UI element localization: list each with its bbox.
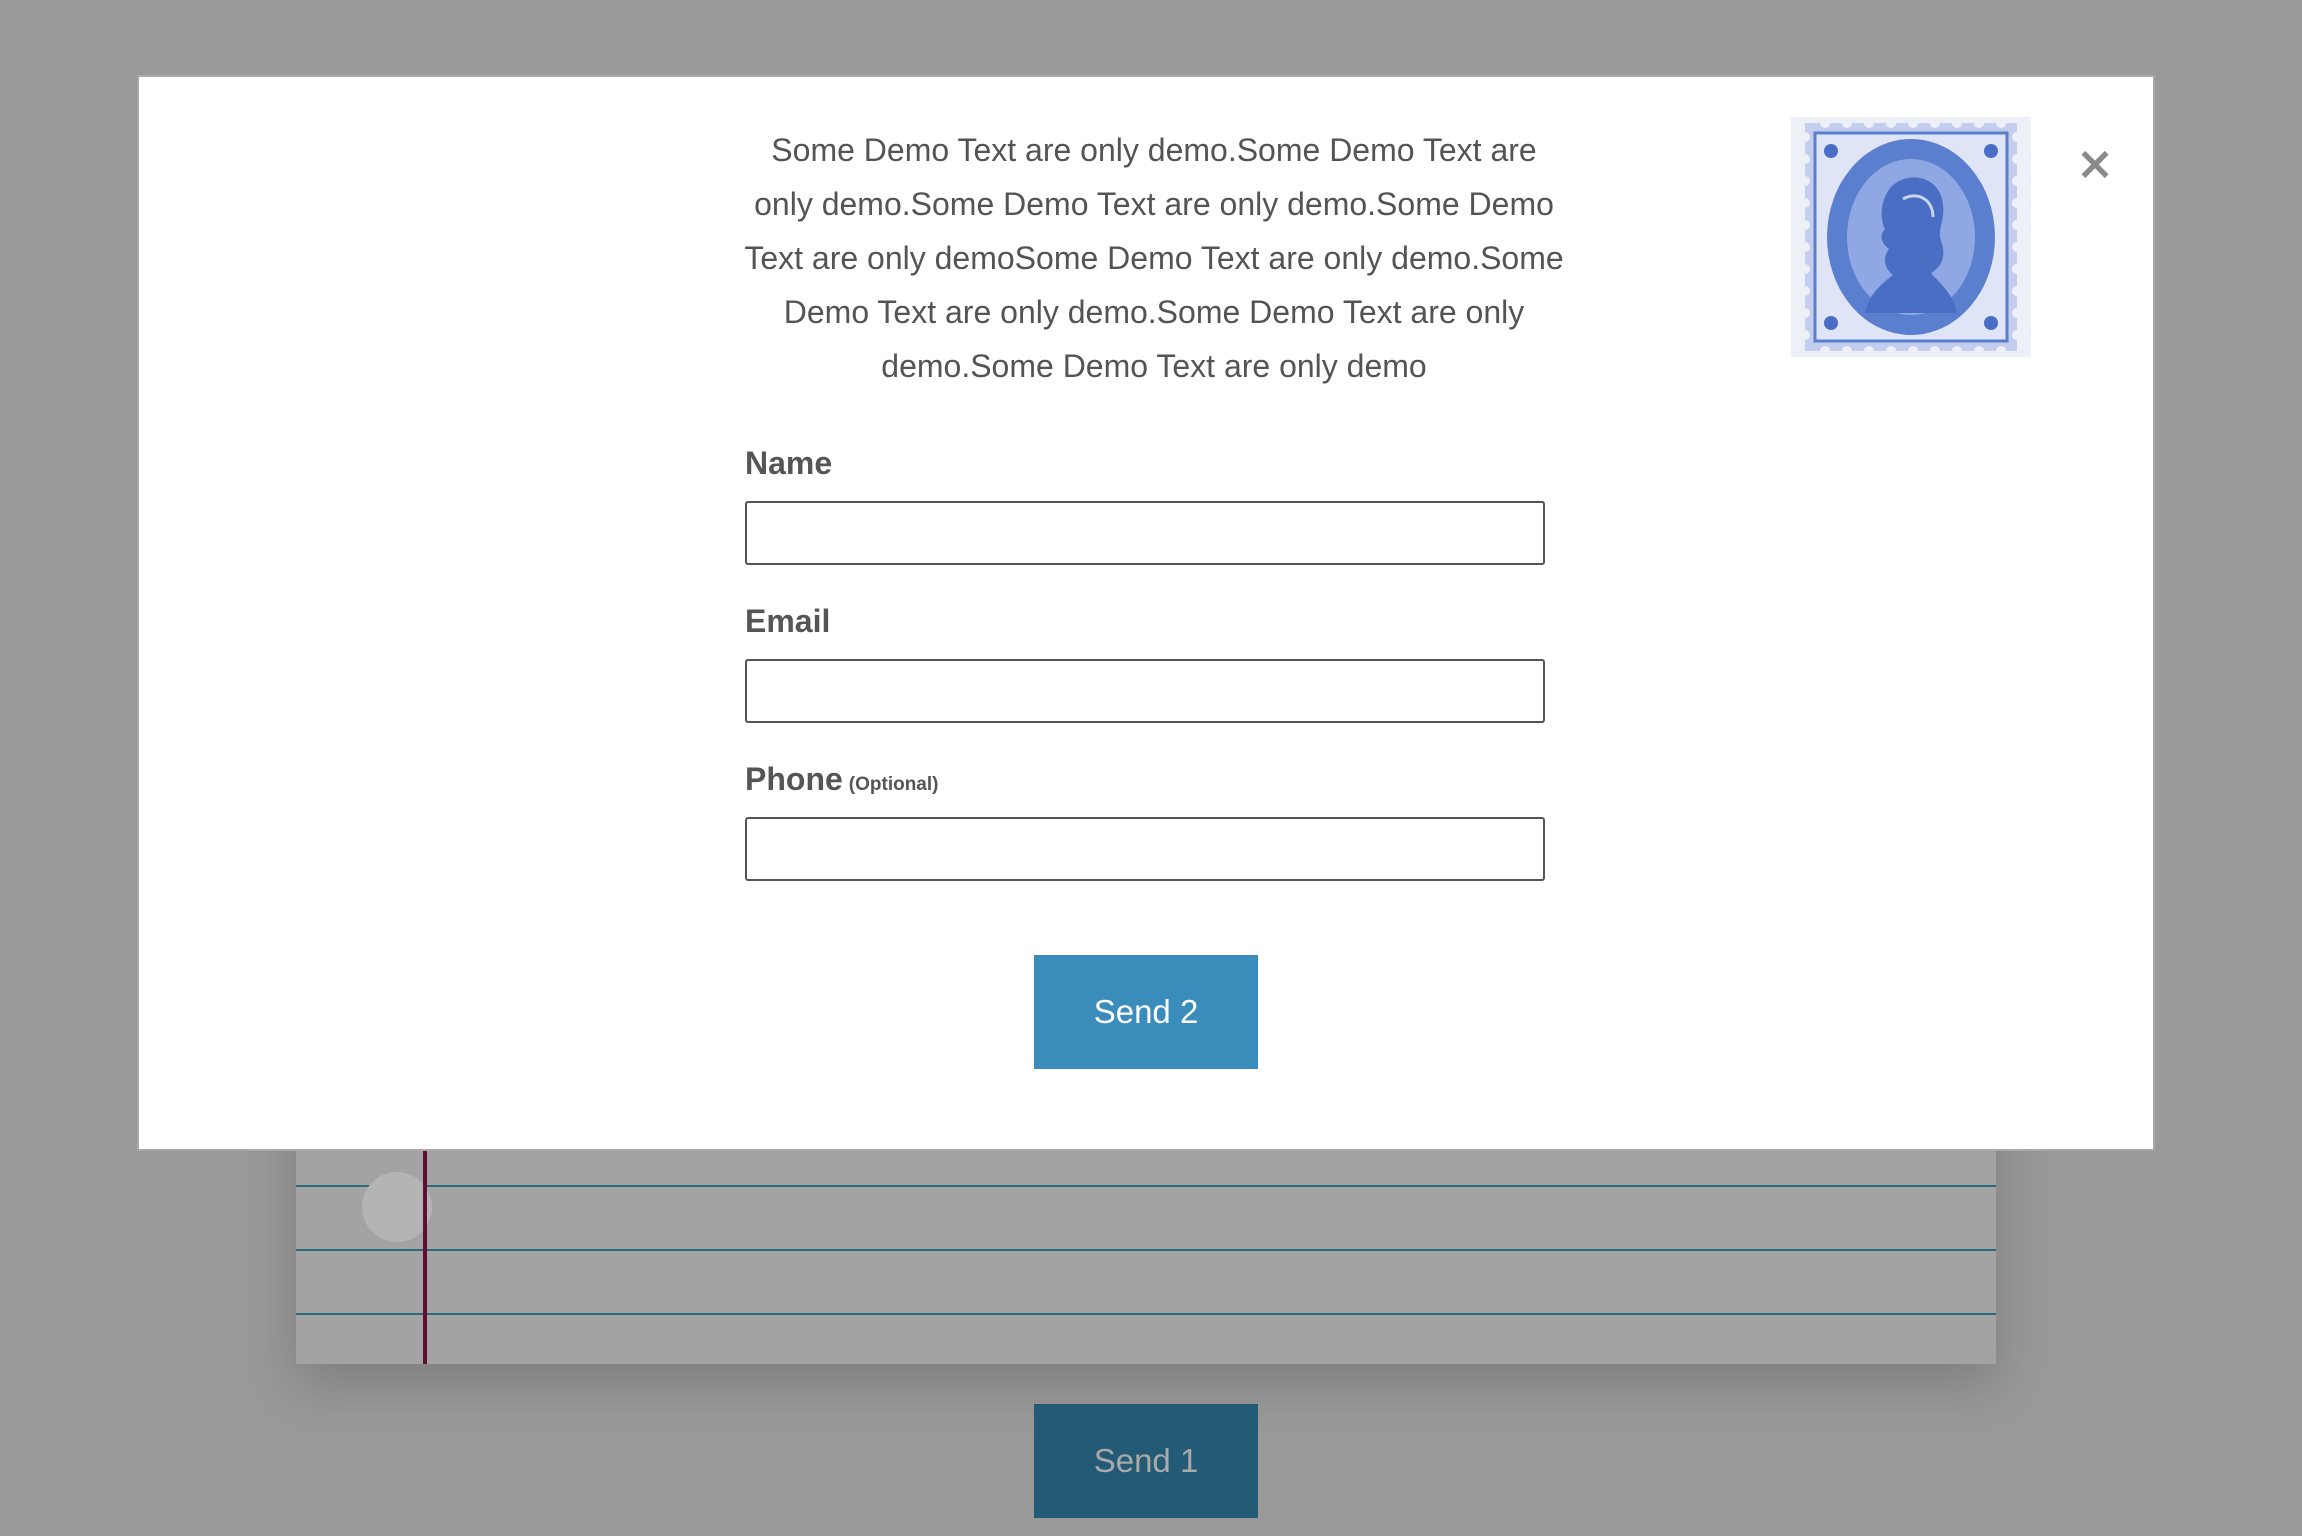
phone-field[interactable] xyxy=(745,817,1545,881)
email-field-group: Email xyxy=(745,597,1545,723)
modal-dialog: × Some Demo Text are only demo.Some Demo… xyxy=(139,77,2153,1149)
contact-form: Name Email Phone (Optional) xyxy=(745,439,1545,913)
close-icon[interactable]: × xyxy=(2073,140,2117,186)
intro-text: Some Demo Text are only demo.Some Demo T… xyxy=(744,132,1564,384)
phone-optional-hint: (Optional) xyxy=(848,774,939,795)
phone-label-text: Phone xyxy=(745,761,843,797)
name-field[interactable] xyxy=(745,501,1545,565)
email-label-text: Email xyxy=(745,603,831,639)
paper-rule-line xyxy=(296,1249,1996,1251)
email-label: Email xyxy=(745,597,1545,645)
phone-field-group: Phone (Optional) xyxy=(745,755,1545,881)
name-label-text: Name xyxy=(745,445,833,481)
paper-rule-line xyxy=(296,1185,1996,1187)
stamp-image xyxy=(1791,117,2031,357)
paper-rule-line xyxy=(296,1313,1996,1315)
name-field-group: Name xyxy=(745,439,1545,565)
phone-label: Phone (Optional) xyxy=(745,755,1545,803)
paper-punch-hole xyxy=(362,1172,432,1242)
background-send-button[interactable]: Send 1 xyxy=(1034,1404,1258,1518)
send-button[interactable]: Send 2 xyxy=(1034,955,1258,1069)
name-label: Name xyxy=(745,439,1545,487)
email-field[interactable] xyxy=(745,659,1545,723)
